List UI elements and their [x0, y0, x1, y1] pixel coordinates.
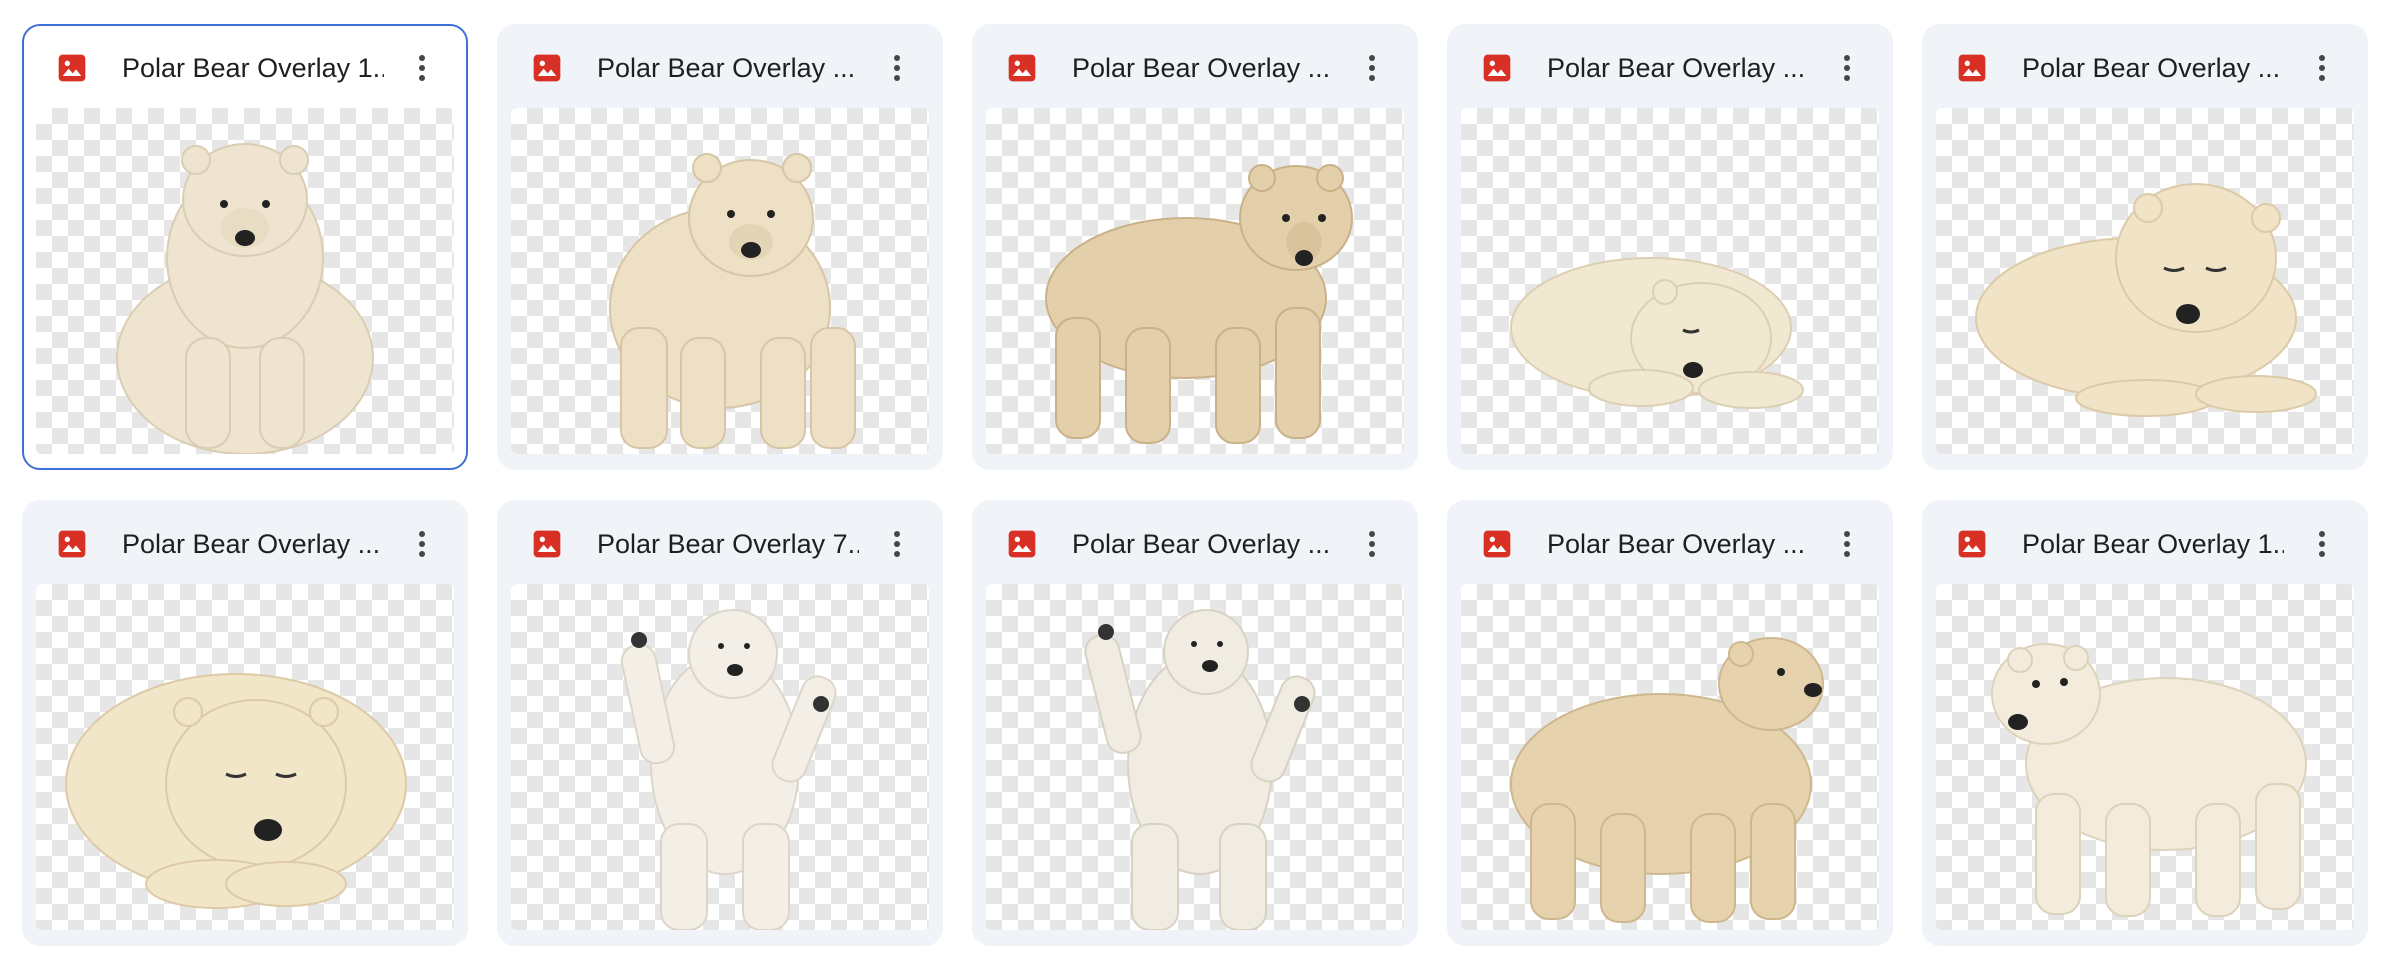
file-card[interactable]: Polar Bear Overlay 1... [1922, 500, 2368, 946]
more-options-button[interactable] [400, 522, 444, 566]
more-vert-icon [419, 55, 425, 81]
file-card[interactable]: Polar Bear Overlay ... [1447, 24, 1893, 470]
card-header: Polar Bear Overlay ... [1481, 42, 1881, 94]
card-header: Polar Bear Overlay ... [531, 42, 931, 94]
image-file-icon [1481, 528, 1513, 560]
more-vert-icon [2319, 531, 2325, 557]
card-header: Polar Bear Overlay ... [1481, 518, 1881, 570]
more-vert-icon [1844, 531, 1850, 557]
file-card[interactable]: Polar Bear Overlay ... [1922, 24, 2368, 470]
image-file-icon [1006, 528, 1038, 560]
more-options-button[interactable] [1350, 46, 1394, 90]
more-vert-icon [894, 531, 900, 557]
card-header: Polar Bear Overlay ... [56, 518, 456, 570]
image-thumbnail[interactable] [1936, 108, 2354, 454]
file-title: Polar Bear Overlay ... [1072, 53, 1331, 83]
file-card[interactable]: Polar Bear Overlay ... [497, 24, 943, 470]
card-header: Polar Bear Overlay 1... [56, 42, 456, 94]
image-thumbnail[interactable] [511, 108, 929, 454]
file-card[interactable]: Polar Bear Overlay 7... [497, 500, 943, 946]
more-options-button[interactable] [2300, 46, 2344, 90]
more-vert-icon [1369, 55, 1375, 81]
more-options-button[interactable] [1825, 46, 1869, 90]
file-card[interactable]: Polar Bear Overlay 1... [22, 24, 468, 470]
image-file-icon [531, 52, 563, 84]
image-file-icon [56, 528, 88, 560]
file-title: Polar Bear Overlay ... [1547, 53, 1806, 83]
more-vert-icon [894, 55, 900, 81]
more-options-button[interactable] [875, 46, 919, 90]
file-grid: Polar Bear Overlay 1... Polar Bear Overl… [0, 0, 2390, 958]
more-options-button[interactable] [1350, 522, 1394, 566]
image-thumbnail[interactable] [1936, 584, 2354, 930]
more-options-button[interactable] [1825, 522, 1869, 566]
file-title: Polar Bear Overlay ... [1547, 529, 1806, 559]
image-file-icon [56, 52, 88, 84]
image-file-icon [1956, 52, 1988, 84]
more-vert-icon [2319, 55, 2325, 81]
image-file-icon [531, 528, 563, 560]
file-title: Polar Bear Overlay ... [2022, 53, 2281, 83]
more-vert-icon [419, 531, 425, 557]
more-options-button[interactable] [875, 522, 919, 566]
file-title: Polar Bear Overlay 1... [2022, 529, 2284, 559]
image-thumbnail[interactable] [511, 584, 929, 930]
file-title: Polar Bear Overlay ... [1072, 529, 1331, 559]
file-card[interactable]: Polar Bear Overlay ... [972, 24, 1418, 470]
image-file-icon [1481, 52, 1513, 84]
file-card[interactable]: Polar Bear Overlay ... [22, 500, 468, 946]
card-header: Polar Bear Overlay ... [1006, 42, 1406, 94]
file-title: Polar Bear Overlay ... [597, 53, 856, 83]
file-card[interactable]: Polar Bear Overlay ... [972, 500, 1418, 946]
image-thumbnail[interactable] [1461, 584, 1879, 930]
more-vert-icon [1844, 55, 1850, 81]
image-thumbnail[interactable] [986, 108, 1404, 454]
image-thumbnail[interactable] [36, 584, 454, 930]
file-title: Polar Bear Overlay 1... [122, 53, 384, 83]
more-vert-icon [1369, 531, 1375, 557]
image-thumbnail[interactable] [1461, 108, 1879, 454]
file-title: Polar Bear Overlay 7... [597, 529, 859, 559]
more-options-button[interactable] [400, 46, 444, 90]
image-file-icon [1956, 528, 1988, 560]
file-card[interactable]: Polar Bear Overlay ... [1447, 500, 1893, 946]
card-header: Polar Bear Overlay 1... [1956, 518, 2356, 570]
image-file-icon [1006, 52, 1038, 84]
card-header: Polar Bear Overlay ... [1956, 42, 2356, 94]
card-header: Polar Bear Overlay 7... [531, 518, 931, 570]
image-thumbnail[interactable] [36, 108, 454, 454]
more-options-button[interactable] [2300, 522, 2344, 566]
file-title: Polar Bear Overlay ... [122, 529, 381, 559]
card-header: Polar Bear Overlay ... [1006, 518, 1406, 570]
image-thumbnail[interactable] [986, 584, 1404, 930]
